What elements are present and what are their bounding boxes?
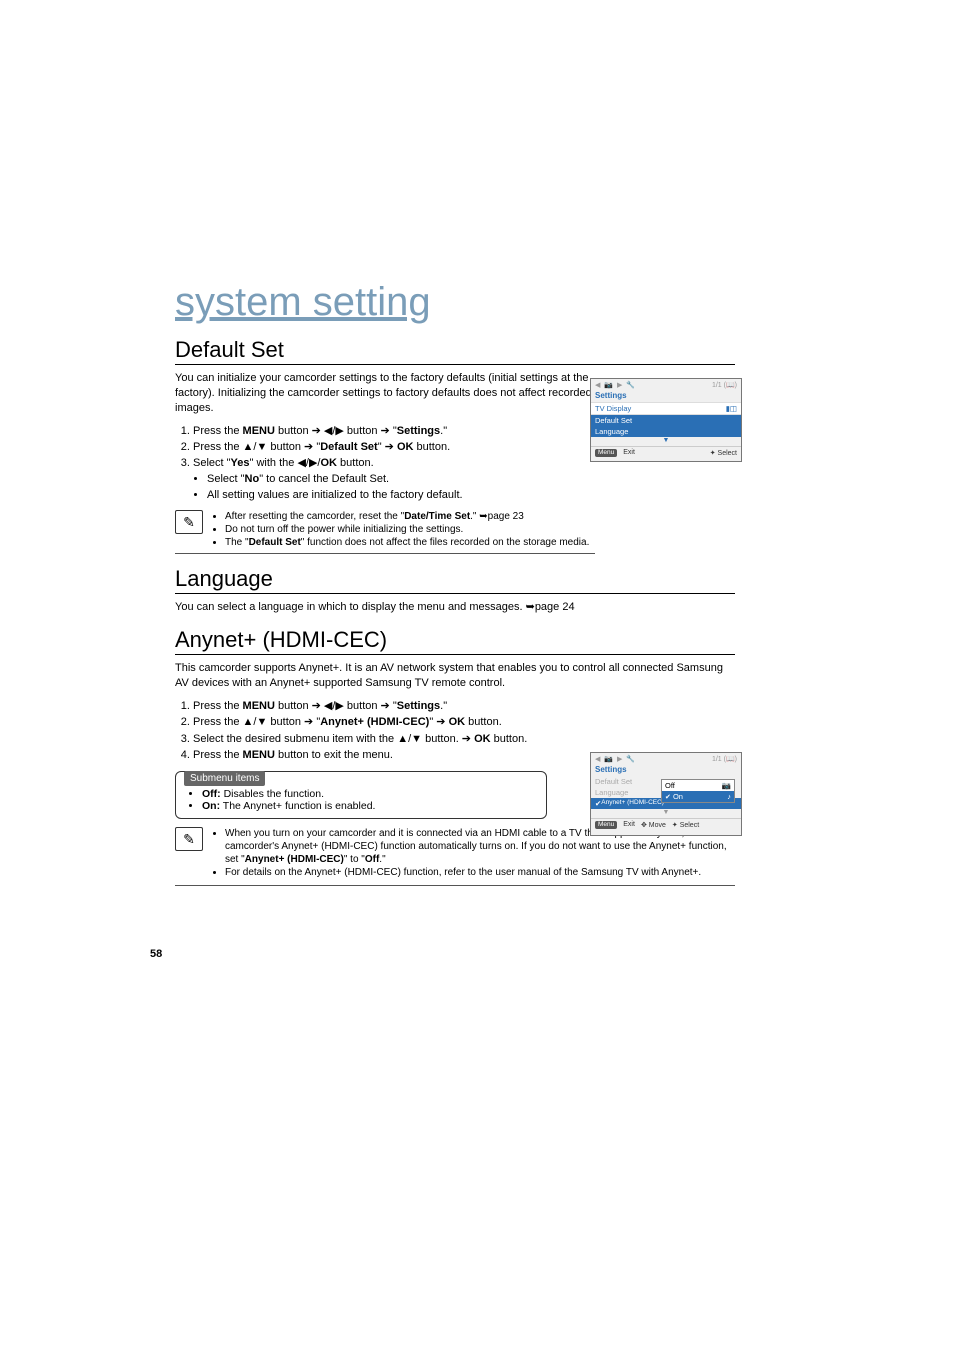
osd2-move: Move <box>649 822 666 829</box>
osd1-tv-display-icon: ▮◫ <box>726 404 737 413</box>
osd1-exit: Exit <box>623 449 635 457</box>
page-title: system setting <box>175 280 735 325</box>
osd2-popup: Off📷 ✔ On♪ <box>661 779 735 803</box>
osd2-popup-on: On <box>673 792 683 801</box>
submenu-off: Off: Disables the function. <box>202 788 536 800</box>
osd2-top-right: 1/1 (📖) <box>712 755 737 763</box>
osd1-row-tv-display: TV Display <box>595 404 726 413</box>
a-step-3: Select the desired submenu item with the… <box>193 732 735 747</box>
language-text: You can select a language in which to di… <box>175 600 735 615</box>
submenu-items-box: Submenu items Off: Disables the function… <box>175 771 547 819</box>
osd1-top-right: 1/1 (📖) <box>712 381 737 389</box>
anynet-icon: ♪ <box>727 792 731 801</box>
osd-screenshot-anynet: ◀ 📷 ▶ 🔧 1/1 (📖) Settings Default Set Lan… <box>590 752 742 836</box>
osd-screenshot-default-set: ◀ 📷 ▶ 🔧 1/1 (📖) Settings TV Display▮◫ De… <box>590 378 742 462</box>
submenu-on: On: The Anynet+ function is enabled. <box>202 800 536 812</box>
step3-bullet-all: All setting values are initialized to th… <box>207 488 735 503</box>
note-power: Do not turn off the power while initiali… <box>225 523 589 536</box>
note-icon: ✎ <box>175 510 203 534</box>
osd1-menu-tag: Menu <box>595 449 617 457</box>
osd1-select: Select <box>718 450 737 457</box>
osd2-settings-label: Settings <box>591 765 741 776</box>
note-reset-date: After resetting the camcorder, reset the… <box>225 510 589 523</box>
default-set-note: ✎ After resetting the camcorder, reset t… <box>175 508 595 554</box>
osd2-menu-tag: Menu <box>595 821 617 829</box>
section-anynet: Anynet+ (HDMI-CEC) <box>175 627 735 655</box>
section-default-set: Default Set <box>175 337 735 365</box>
osd1-top-icons: ◀ 📷 ▶ 🔧 <box>595 381 636 389</box>
osd1-settings-label: Settings <box>591 391 741 402</box>
default-set-intro: You can initialize your camcorder settin… <box>175 371 595 416</box>
camera-icon: 📷 <box>722 781 731 790</box>
a-step-2: Press the ▲/▼ button ➔ "Anynet+ (HDMI-CE… <box>193 715 735 730</box>
note-files: The "Default Set" function does not affe… <box>225 536 589 549</box>
page-number: 58 <box>150 948 162 960</box>
anynet-intro: This camcorder supports Anynet+. It is a… <box>175 661 735 691</box>
osd2-exit: Exit <box>623 821 635 829</box>
osd2-select: Select <box>680 822 699 829</box>
step3-bullet-no: Select "No" to cancel the Default Set. <box>207 472 735 487</box>
note-icon: ✎ <box>175 827 203 851</box>
a-step-1: Press the MENU button ➔ ◀/▶ button ➔ "Se… <box>193 699 735 714</box>
osd1-row-default-set: Default Set <box>595 416 737 425</box>
anynet-note-2: For details on the Anynet+ (HDMI-CEC) fu… <box>225 866 735 879</box>
submenu-label: Submenu items <box>184 771 265 786</box>
step-3: Select "Yes" with the ◀/▶/OK button. Sel… <box>193 456 735 502</box>
osd2-popup-off: Off <box>665 781 675 790</box>
osd2-top-icons: ◀ 📷 ▶ 🔧 <box>595 755 636 763</box>
osd1-row-language: Language <box>595 427 737 436</box>
section-language: Language <box>175 566 735 594</box>
